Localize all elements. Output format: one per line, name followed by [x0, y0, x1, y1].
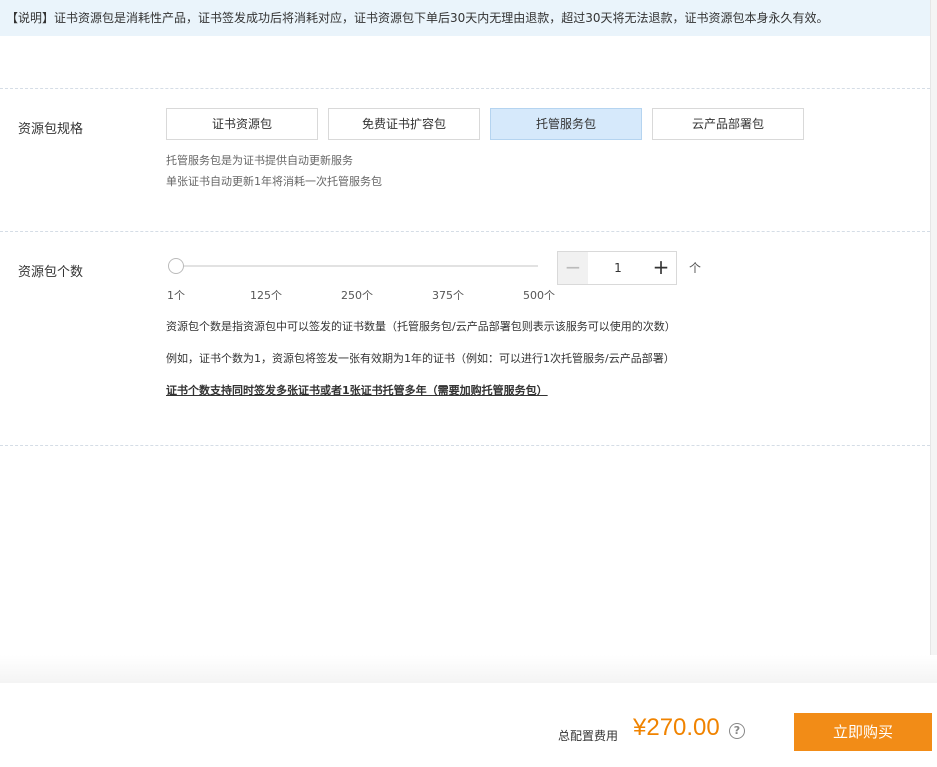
slider-tick: 500个 [523, 289, 555, 302]
total-label: 总配置费用 [558, 729, 619, 743]
notice-banner: 【说明】证书资源包是消耗性产品，证书签发成功后将消耗对应，证书资源包下单后30天… [0, 0, 937, 36]
spec-option-free-expansion[interactable]: 免费证书扩容包 [328, 108, 480, 140]
quantity-unit: 个 [689, 261, 702, 275]
spec-description-line1: 托管服务包是为证书提供自动更新服务 [166, 154, 353, 167]
spec-description-line2: 单张证书自动更新1年将消耗一次托管服务包 [166, 175, 382, 188]
notice-text: 【说明】证书资源包是消耗性产品，证书签发成功后将消耗对应，证书资源包下单后30天… [6, 11, 829, 25]
total-price: ¥270.00 [633, 714, 720, 741]
divider [0, 88, 930, 89]
quantity-label: 资源包个数 [18, 265, 84, 280]
help-icon[interactable]: ? [729, 723, 745, 739]
buy-now-button[interactable]: 立即购买 [794, 713, 932, 751]
slider-tick: 375个 [432, 289, 464, 302]
spec-option-cert-package[interactable]: 证书资源包 [166, 108, 318, 140]
slider-tick: 125个 [250, 289, 282, 302]
quantity-slider-track[interactable] [176, 265, 538, 267]
quantity-example: 例如，证书个数为1，资源包将签发一张有效期为1年的证书（例如：可以进行1次托管服… [166, 352, 675, 365]
quantity-stepper[interactable]: − 1 + [557, 251, 677, 285]
slider-tick: 250个 [341, 289, 373, 302]
spec-option-cloud-deploy[interactable]: 云产品部署包 [652, 108, 804, 140]
scrollbar[interactable] [930, 0, 937, 680]
plus-icon[interactable]: + [646, 252, 676, 284]
quantity-input[interactable]: 1 [588, 252, 648, 284]
minus-icon[interactable]: − [558, 252, 588, 284]
spec-label: 资源包规格 [18, 122, 84, 137]
quantity-slider-handle[interactable] [168, 258, 184, 274]
footer-shadow [0, 655, 937, 685]
quantity-description: 资源包个数是指资源包中可以签发的证书数量（托管服务包/云产品部署包则表示该服务可… [166, 320, 676, 333]
slider-tick: 1个 [167, 289, 185, 302]
spec-option-managed-service[interactable]: 托管服务包 [490, 108, 642, 140]
multi-cert-link[interactable]: 证书个数支持同时签发多张证书或者1张证书托管多年（需要加购托管服务包） [166, 382, 548, 398]
divider [0, 445, 930, 446]
divider [0, 231, 930, 232]
